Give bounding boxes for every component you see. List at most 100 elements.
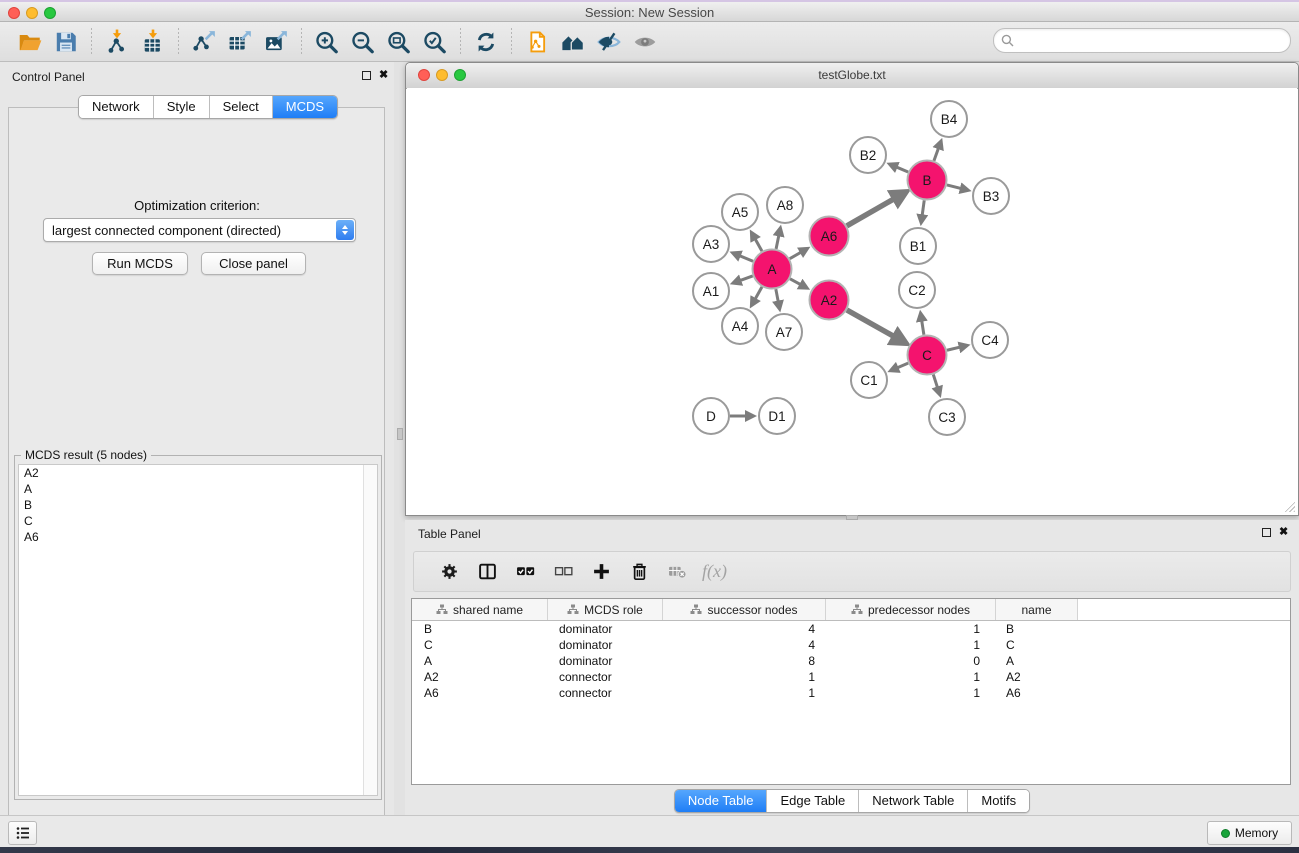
table-cell[interactable]: B [412,621,548,637]
split-table-button[interactable] [473,558,501,586]
edge-A2-C[interactable] [847,310,897,338]
graph-node-A5[interactable]: A5 [722,194,758,230]
export-network-button[interactable] [189,27,219,57]
table-row[interactable]: Bdominator41B [412,621,1290,637]
zoom-in-button[interactable] [312,27,342,57]
graph-node-B4[interactable]: B4 [931,101,967,137]
table-cell[interactable]: 1 [663,685,826,701]
edge-A-A1[interactable] [738,276,752,281]
search-input[interactable] [1014,34,1290,48]
graph-node-A6[interactable]: A6 [810,217,849,256]
function-builder-button[interactable]: f(x) [702,561,727,582]
duplicate-network-button[interactable] [522,27,552,57]
export-image-button[interactable] [261,27,291,57]
edge-B-B3[interactable] [947,185,963,189]
table-cell[interactable]: 4 [663,637,826,653]
save-session-button[interactable] [51,27,81,57]
table-cell[interactable]: A [996,653,1078,669]
edge-A6-B[interactable] [847,197,897,226]
graph-node-B2[interactable]: B2 [850,137,886,173]
tab-node-table[interactable]: Node Table [675,790,768,812]
edge-A-A2[interactable] [790,279,802,286]
edge-C-C1[interactable] [896,363,909,368]
float-panel-icon[interactable] [362,71,371,80]
table-cell[interactable]: C [996,637,1078,653]
toggle-graphics-details-button[interactable] [594,27,624,57]
graph-node-A3[interactable]: A3 [693,226,729,262]
edge-A-A6[interactable] [790,251,803,258]
network-window-titlebar[interactable]: testGlobe.txt [406,63,1298,89]
table-cell[interactable]: connector [548,685,663,701]
graph-node-A2[interactable]: A2 [810,281,849,320]
table-cell[interactable]: dominator [548,637,663,653]
search-box[interactable] [993,28,1291,53]
open-session-button[interactable] [15,27,45,57]
edge-B-B4[interactable] [934,146,939,160]
graph-node-C4[interactable]: C4 [972,322,1008,358]
table-cell[interactable]: 1 [826,669,996,685]
close-panel-button[interactable]: Close panel [201,252,306,275]
graph-node-D[interactable]: D [693,398,729,434]
graph-node-B1[interactable]: B1 [900,228,936,264]
result-list-scrollbar[interactable] [363,465,377,795]
network-canvas[interactable]: B4B2BB3A8A5A6A3B1AC2A1A2A4A7C4CC1DD1C3 [407,88,1297,514]
graph-node-B[interactable]: B [908,161,947,200]
table-cell[interactable]: C [412,637,548,653]
zoom-out-button[interactable] [348,27,378,57]
table-cell[interactable]: A6 [996,685,1078,701]
edge-A-A5[interactable] [754,237,762,251]
graph-node-C3[interactable]: C3 [929,399,965,435]
tab-motifs[interactable]: Motifs [968,790,1029,812]
table-cell[interactable]: dominator [548,653,663,669]
tab-network-table[interactable]: Network Table [859,790,968,812]
show-all-networks-button[interactable] [558,27,588,57]
edge-C-C4[interactable] [947,347,962,351]
table-cell[interactable]: A2 [412,669,548,685]
run-mcds-button[interactable]: Run MCDS [92,252,188,275]
memory-button[interactable]: Memory [1207,821,1292,845]
zoom-fit-button[interactable] [384,27,414,57]
column-header-name[interactable]: name [996,599,1078,620]
edge-A-A7[interactable] [776,289,779,303]
table-settings-button[interactable] [435,558,463,586]
tab-select[interactable]: Select [210,96,273,118]
delete-table-button[interactable] [663,558,691,586]
select-all-button[interactable] [511,558,539,586]
mcds-result-item[interactable]: A6 [19,529,377,545]
table-row[interactable]: A6connector11A6 [412,685,1290,701]
table-cell[interactable]: 1 [663,669,826,685]
table-cell[interactable]: connector [548,669,663,685]
edge-C-C3[interactable] [933,375,938,390]
table-row[interactable]: Cdominator41C [412,637,1290,653]
mcds-result-item[interactable]: A2 [19,465,377,481]
edge-A-A3[interactable] [738,255,753,261]
graph-node-C1[interactable]: C1 [851,362,887,398]
network-graph[interactable]: B4B2BB3A8A5A6A3B1AC2A1A2A4A7C4CC1DD1C3 [407,88,1297,515]
graph-node-A7[interactable]: A7 [766,314,802,350]
import-table-button[interactable] [138,27,168,57]
zoom-selected-button[interactable] [420,27,450,57]
edge-B-B2[interactable] [895,166,908,172]
edge-C-C2[interactable] [921,319,923,335]
graph-node-A1[interactable]: A1 [693,273,729,309]
table-cell[interactable]: A [412,653,548,669]
mcds-result-item[interactable]: C [19,513,377,529]
graph-node-D1[interactable]: D1 [759,398,795,434]
node-table[interactable]: shared nameMCDS rolesuccessor nodesprede… [411,598,1291,785]
import-network-button[interactable] [102,27,132,57]
table-cell[interactable]: A6 [412,685,548,701]
table-close-panel-icon[interactable]: ✖ [1279,525,1288,538]
graph-node-A8[interactable]: A8 [767,187,803,223]
table-cell[interactable]: 0 [826,653,996,669]
column-header-predecessor-nodes[interactable]: predecessor nodes [826,599,996,620]
graph-node-B3[interactable]: B3 [973,178,1009,214]
task-history-button[interactable] [8,821,37,845]
vertical-splitter-handle[interactable] [397,428,403,440]
table-cell[interactable]: 1 [826,685,996,701]
graph-node-A4[interactable]: A4 [722,308,758,344]
table-cell[interactable]: 4 [663,621,826,637]
table-cell[interactable]: B [996,621,1078,637]
table-cell[interactable]: A2 [996,669,1078,685]
add-column-button[interactable] [587,558,615,586]
mcds-result-item[interactable]: B [19,497,377,513]
